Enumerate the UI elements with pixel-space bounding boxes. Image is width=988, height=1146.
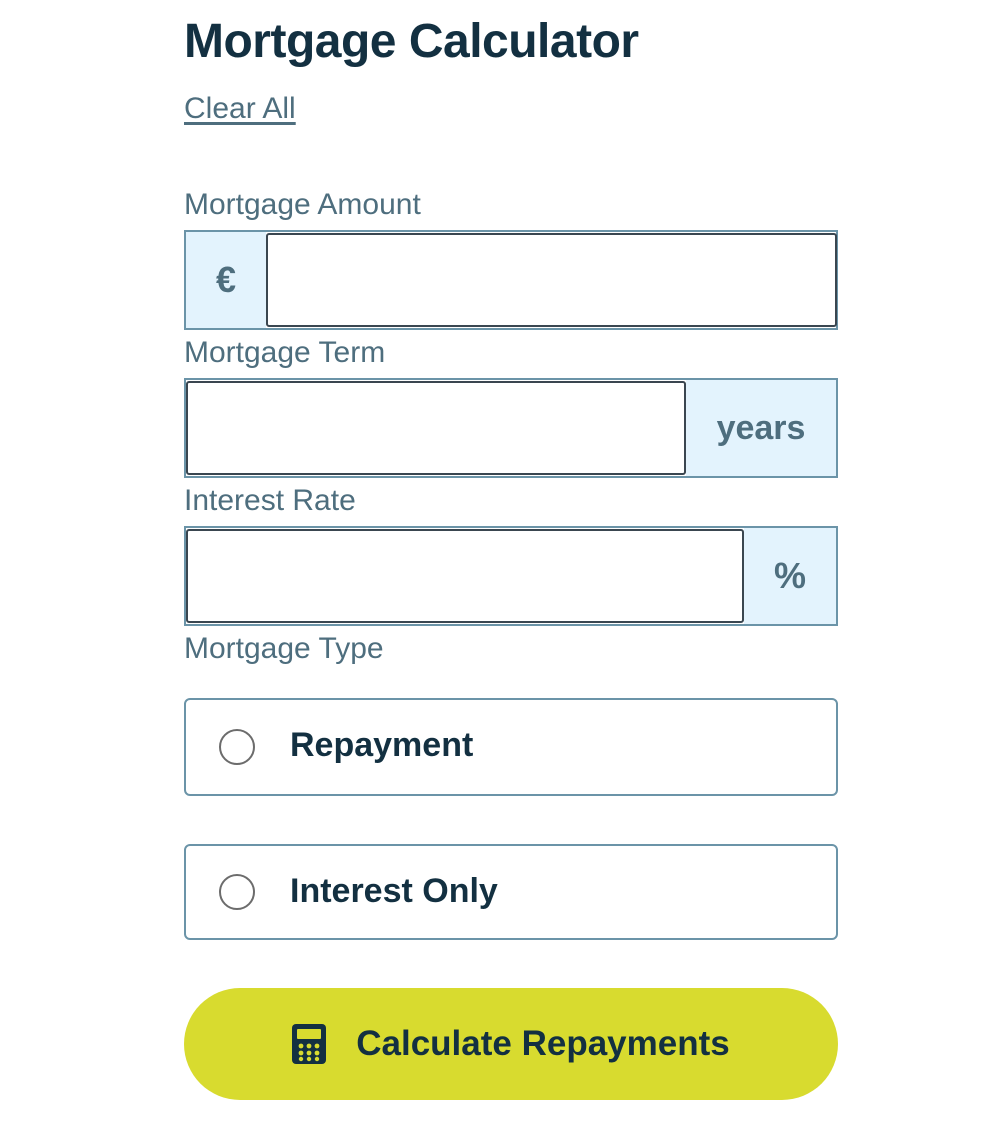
years-suffix: years [686,380,836,476]
percent-suffix: % [744,528,836,624]
radio-option-repayment[interactable]: Repayment [184,698,838,796]
radio-label-interest-only: Interest Only [290,872,498,910]
calculate-repayments-button[interactable]: Calculate Repayments [184,988,838,1100]
mortgage-amount-field: € [184,230,838,330]
interest-rate-label: Interest Rate [184,484,356,517]
calculate-button-label: Calculate Repayments [356,1024,730,1063]
mortgage-amount-input[interactable] [266,233,837,327]
interest-rate-field: % [184,526,838,626]
calculator-icon [292,1024,327,1064]
mortgage-term-label: Mortgage Term [184,336,386,369]
page-title: Mortgage Calculator [184,15,639,68]
mortgage-term-field: years [184,378,838,478]
interest-rate-input[interactable] [186,529,744,623]
radio-option-interest-only[interactable]: Interest Only [184,844,838,940]
radio-button-repayment[interactable] [219,729,255,765]
clear-all-link[interactable]: Clear All [184,92,296,126]
mortgage-amount-label: Mortgage Amount [184,188,421,221]
currency-prefix: € [186,232,266,328]
mortgage-term-input[interactable] [186,381,686,475]
mortgage-type-label: Mortgage Type [184,632,384,665]
radio-label-repayment: Repayment [290,726,474,764]
radio-button-interest-only[interactable] [219,874,255,910]
